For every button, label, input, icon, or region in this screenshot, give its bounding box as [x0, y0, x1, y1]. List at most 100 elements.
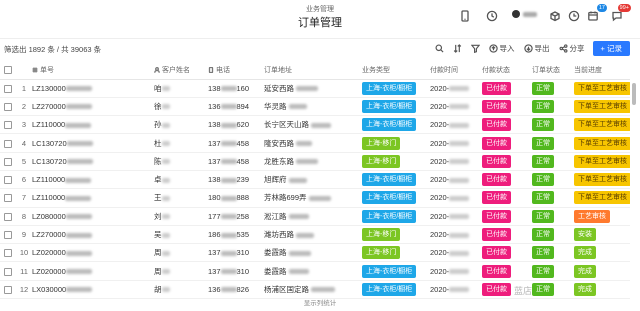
address-cell[interactable]: 娄霞路 — [264, 261, 362, 281]
customer-name-cell[interactable]: 徐 — [154, 97, 208, 117]
phone-cell[interactable]: 136 894 — [208, 97, 264, 117]
table-row[interactable]: 7 LZ110000 王 180 888 芳林路699弄 上海-衣柜/橱柜 2020- 已付款 正… — [0, 188, 630, 208]
pay-time-cell[interactable]: 2020- — [430, 97, 482, 117]
column-header-pay-time[interactable]: 付款时间 — [430, 61, 482, 80]
column-header-address[interactable]: 订单地址 — [264, 61, 362, 80]
add-record-button[interactable]: + 记录 — [592, 41, 630, 56]
select-all-checkbox[interactable] — [0, 61, 16, 80]
table-row[interactable]: 12 LX030000 胡 136 826 杨浦区国定路 上海-衣柜/橱柜 2020- 已付款 正… — [0, 280, 630, 300]
pay-time-cell[interactable]: 2020- — [430, 261, 482, 281]
phone-cell[interactable]: 136 826 — [208, 280, 264, 300]
pay-time-cell[interactable]: 2020- — [430, 225, 482, 245]
phone-cell[interactable]: 137 310 — [208, 261, 264, 281]
row-checkbox[interactable] — [0, 97, 16, 117]
customer-name-cell[interactable]: 胡 — [154, 280, 208, 300]
table-row[interactable]: 2 LZ270000 徐 136 894 华灵路 上海-衣柜/橱柜 2020- 已付款 正常 下单至… — [0, 97, 630, 117]
pay-time-cell[interactable]: 2020- — [430, 152, 482, 171]
row-checkbox[interactable] — [0, 133, 16, 153]
phone-cell[interactable]: 138 160 — [208, 79, 264, 98]
order-number-cell[interactable]: LZ110000 — [32, 188, 154, 208]
vertical-scrollbar[interactable] — [632, 79, 636, 295]
row-checkbox[interactable] — [0, 79, 16, 98]
address-cell[interactable]: 潍坊西路 — [264, 225, 362, 245]
address-cell[interactable]: 芳林路699弄 — [264, 188, 362, 208]
column-header-order-no[interactable]: 单号 — [32, 61, 154, 80]
address-cell[interactable]: 旭辉府 — [264, 170, 362, 190]
address-cell[interactable]: 隆安西路 — [264, 133, 362, 153]
customer-name-cell[interactable]: 孙 — [154, 115, 208, 135]
customer-name-cell[interactable]: 吴 — [154, 225, 208, 245]
address-cell[interactable]: 淞江路 — [264, 207, 362, 226]
pay-time-cell[interactable]: 2020- — [430, 170, 482, 190]
phone-cell[interactable]: 137 458 — [208, 152, 264, 171]
table-row[interactable]: 1 LZ130000 咱 138 160 延安西路 上海-衣柜/橱柜 2020- 已付款 正常 下单… — [0, 79, 630, 98]
row-checkbox[interactable] — [0, 280, 16, 300]
address-cell[interactable]: 娄霞路 — [264, 243, 362, 263]
table-row[interactable]: 8 LZ080000 刘 177 258 淞江路 上海-衣柜/橱柜 2020- 已付款 正常 工艺审… — [0, 207, 630, 226]
address-cell[interactable]: 龙胜东路 — [264, 152, 362, 171]
customer-name-cell[interactable]: 周 — [154, 243, 208, 263]
row-checkbox[interactable] — [0, 207, 16, 226]
pay-time-cell[interactable]: 2020- — [430, 133, 482, 153]
phone-cell[interactable]: 138 620 — [208, 115, 264, 135]
column-header-progress[interactable]: 当前进度 — [574, 61, 630, 80]
order-number-cell[interactable]: LZ020000 — [32, 261, 154, 281]
table-row[interactable]: 9 LZ270000 吴 186 535 潍坊西路 上海-移门 2020- 已付款 正常 安装 — [0, 225, 630, 245]
customer-name-cell[interactable]: 刘 — [154, 207, 208, 226]
customer-name-cell[interactable]: 周 — [154, 261, 208, 281]
column-header-phone[interactable]: 电话 — [208, 61, 264, 80]
customer-name-cell[interactable]: 杜 — [154, 133, 208, 153]
order-number-cell[interactable]: LC130720 — [32, 152, 154, 171]
column-header-customer[interactable]: 客户姓名 — [154, 61, 208, 80]
column-header-business-type[interactable]: 业务类型 — [362, 61, 430, 80]
row-checkbox[interactable] — [0, 115, 16, 135]
order-number-cell[interactable]: LX030000 — [32, 280, 154, 300]
row-checkbox[interactable] — [0, 170, 16, 190]
scrollbar-thumb[interactable] — [632, 83, 636, 105]
address-cell[interactable]: 华灵路 — [264, 97, 362, 117]
table-row[interactable]: 3 LZ110000 孙 138 620 长宁区天山路 上海-衣柜/橱柜 2020- 已付款 正常… — [0, 115, 630, 135]
order-number-cell[interactable]: LZ110000 — [32, 170, 154, 190]
pay-time-cell[interactable]: 2020- — [430, 280, 482, 300]
user-menu[interactable] — [512, 10, 537, 18]
phone-cell[interactable]: 177 258 — [208, 207, 264, 226]
table-row[interactable]: 6 LZ110000 卓 138 239 旭辉府 上海-衣柜/橱柜 2020- 已付款 正常 下单至… — [0, 170, 630, 190]
row-checkbox[interactable] — [0, 188, 16, 208]
customer-name-cell[interactable]: 陈 — [154, 152, 208, 171]
pay-time-cell[interactable]: 2020- — [430, 243, 482, 263]
order-number-cell[interactable]: LZ020000 — [32, 243, 154, 263]
order-number-cell[interactable]: LZ130000 — [32, 79, 154, 98]
mobile-icon[interactable] — [458, 9, 472, 23]
history-icon[interactable] — [485, 9, 499, 23]
address-cell[interactable]: 杨浦区国定路 — [264, 280, 362, 300]
order-number-cell[interactable]: LC130720 — [32, 133, 154, 153]
table-row[interactable]: 4 LC130720 杜 137 458 隆安西路 上海-移门 2020- 已付款 正常 下单至工艺… — [0, 133, 630, 153]
export-button[interactable]: 导出 — [523, 43, 550, 54]
sort-button[interactable] — [453, 44, 462, 53]
column-header-pay-status[interactable]: 付款状态 — [482, 61, 532, 80]
row-checkbox[interactable] — [0, 261, 16, 281]
phone-cell[interactable]: 180 888 — [208, 188, 264, 208]
column-header-order-status[interactable]: 订单状态 — [532, 61, 574, 80]
chat-icon[interactable]: 99+ — [610, 4, 631, 23]
pay-time-cell[interactable]: 2020- — [430, 79, 482, 98]
row-checkbox[interactable] — [0, 152, 16, 171]
customer-name-cell[interactable]: 咱 — [154, 79, 208, 98]
order-number-cell[interactable]: LZ080000 — [32, 207, 154, 226]
pay-time-cell[interactable]: 2020- — [430, 115, 482, 135]
phone-cell[interactable]: 137 310 — [208, 243, 264, 263]
calendar-icon[interactable]: 17 — [586, 4, 607, 23]
filter-button[interactable] — [470, 44, 480, 53]
address-cell[interactable]: 延安西路 — [264, 79, 362, 98]
table-row[interactable]: 11 LZ020000 周 137 310 娄霞路 上海-衣柜/橱柜 2020- 已付款 正常 完成 — [0, 261, 630, 281]
pay-time-cell[interactable]: 2020- — [430, 188, 482, 208]
clock-icon[interactable] — [567, 9, 581, 23]
row-checkbox[interactable] — [0, 243, 16, 263]
customer-name-cell[interactable]: 王 — [154, 188, 208, 208]
order-number-cell[interactable]: LZ110000 — [32, 115, 154, 135]
box-icon[interactable] — [548, 9, 562, 23]
customer-name-cell[interactable]: 卓 — [154, 170, 208, 190]
share-button[interactable]: 分享 — [559, 43, 585, 54]
phone-cell[interactable]: 186 535 — [208, 225, 264, 245]
table-row[interactable]: 5 LC130720 陈 137 458 龙胜东路 上海-移门 2020- 已付款 正常 下单至工艺… — [0, 152, 630, 171]
